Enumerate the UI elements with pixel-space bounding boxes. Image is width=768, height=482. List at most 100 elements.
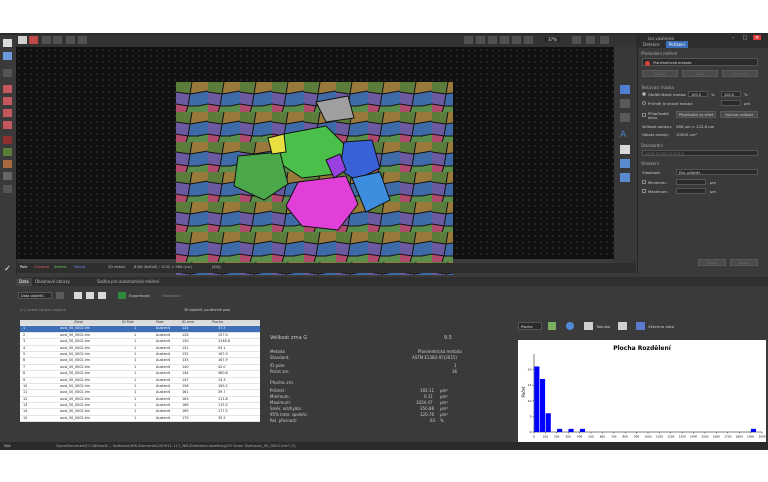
standard-select[interactable]: ASTM E1382-97(2015) [642,150,758,156]
draw-icon[interactable] [3,85,12,93]
settings-icon[interactable] [600,36,609,44]
stat-value: 356.88 [420,406,434,411]
channel-icon[interactable] [42,36,51,44]
hand-icon[interactable] [3,69,12,77]
settings-icon[interactable] [566,322,574,330]
cut-icon[interactable] [3,121,12,129]
layers-icon[interactable] [3,172,12,180]
monitor-icon[interactable] [572,36,581,44]
mask-icon[interactable] [3,136,12,144]
table-cell: 1 [134,345,137,350]
lut-icon[interactable] [586,36,595,44]
column-header[interactable]: ID zrna [182,320,194,325]
tab-auto-measure[interactable]: Složka pro automatické měření [94,278,162,286]
property-select[interactable]: Ekv. průměr [676,169,758,175]
default-size-button[interactable]: Výchozí velikost [720,111,758,118]
text-icon[interactable]: A [620,131,630,140]
fit-window-checkbox[interactable] [642,113,646,117]
tab-acquisition[interactable]: Pořízení [666,41,688,48]
column-header[interactable]: ID Pole [122,320,134,325]
export-icon[interactable] [620,159,630,168]
max-checkbox[interactable] [642,189,646,193]
features-label[interactable]: Vlastnosti [162,293,181,298]
tab-detection[interactable]: Detekce [640,41,663,48]
arrow-icon[interactable] [3,39,12,47]
class-red[interactable]: Červená [34,265,49,269]
select-icon[interactable] [620,85,630,94]
min-field[interactable] [676,179,706,185]
mode-label[interactable]: Pole [20,265,27,269]
table-cell: 156 [182,383,189,388]
rect-height-field[interactable]: 100.0 [721,91,741,97]
bar-chart-icon[interactable] [636,322,645,330]
confirm-icon[interactable]: ✓ [3,265,12,273]
table-cell: 35.2 [218,415,226,420]
erase-icon[interactable] [3,97,12,105]
method-select[interactable]: Planimetrická metoda [642,58,758,66]
data-select[interactable]: Data objektů [18,292,52,299]
circle-field[interactable] [721,100,741,106]
table-icon[interactable] [584,322,593,330]
column-header[interactable]: Fáze [156,320,164,325]
zoom-in-icon[interactable] [512,36,521,44]
columns-icon[interactable] [86,292,94,299]
class-blue[interactable]: Modrá [74,265,85,269]
number-icon[interactable] [3,185,12,193]
max-field[interactable] [676,188,706,194]
table-cell: 1248.8 [218,339,230,344]
table-label[interactable]: Tabulka [596,324,610,329]
histogram-icon[interactable] [548,322,556,330]
min-checkbox[interactable] [642,180,646,184]
grid-icon[interactable] [476,36,485,44]
chart-icon[interactable] [98,292,106,299]
table-row[interactable]: 15 aust_50_0002.lim 1 Austenit 170 35.2 [20,415,260,423]
circle-mask-radio[interactable] [642,101,646,105]
clear-button[interactable]: Vymazat [722,70,758,77]
export-label[interactable]: Exportovat [129,293,150,298]
column-header[interactable]: Plocha [212,320,223,325]
object-icon[interactable] [3,160,12,168]
color-icon[interactable] [3,148,12,156]
rect-width-field[interactable]: 100.0 [688,91,708,97]
grid-icon[interactable] [620,99,630,108]
rect-mask-radio[interactable] [642,92,646,96]
zoom-out-icon[interactable] [524,36,533,44]
fit-icon[interactable] [464,36,473,44]
excel-icon[interactable] [118,292,126,299]
table-cell: 1 [134,364,137,369]
binary-icon[interactable] [29,36,38,44]
tab-data[interactable]: Data [16,278,32,286]
filter-icon[interactable] [56,292,64,299]
ruler-icon[interactable] [620,113,630,122]
class-green[interactable]: Zelená [54,265,66,269]
column-header[interactable]: Zdroj [74,320,83,325]
overlay-icon[interactable] [620,145,630,154]
load-button[interactable]: Načíst [642,70,678,77]
close-panel-button[interactable]: Zavřít [730,259,758,266]
tab-content-images[interactable]: Obsahové obrazy [32,278,73,286]
channel-icon[interactable] [53,36,62,44]
scale-icon[interactable] [488,36,497,44]
table-cell: 170 [182,415,189,420]
zoom-level[interactable]: 37% [544,37,561,42]
histogram-chart[interactable]: Plocha Rozdělení Počet 0 100 200 300 400 500 6… [518,340,766,442]
save-button[interactable]: Uložit [682,70,718,77]
table-cell: 42.0 [218,364,226,369]
fill-icon[interactable] [3,109,12,117]
overlay-icon[interactable] [78,36,87,44]
one-to-one-icon[interactable] [500,36,509,44]
property-select[interactable]: Plocha [518,322,542,330]
zoom-icon[interactable] [3,52,12,60]
x-tick-label: 1600 [713,435,720,439]
apply-button[interactable]: Použít [698,259,726,266]
image-icon[interactable] [18,36,27,44]
chart-icon[interactable] [618,322,627,330]
all-data-label[interactable]: Všechna data [648,324,674,329]
copy-icon[interactable] [620,173,630,182]
table-cell: 115.5 [218,403,228,408]
data-table[interactable]: Zdroj ID Pole Fáze ID zrna Plocha 1 aust_… [20,320,260,423]
overlay-icon[interactable] [66,36,75,44]
center-button[interactable]: Přizpůsobit na střed [676,111,716,118]
table-icon[interactable] [74,292,82,299]
stat-unit: µm² [440,400,449,405]
